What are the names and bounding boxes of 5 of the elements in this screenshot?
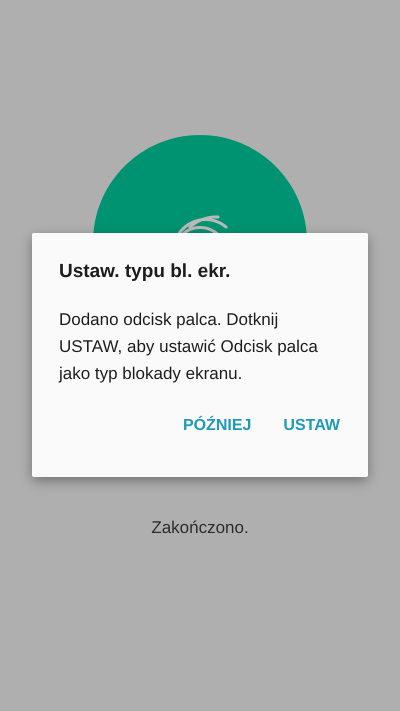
dialog-title: Ustaw. typu bl. ekr. [59, 261, 232, 283]
status-text: Zakończono. [151, 518, 249, 538]
dialog-button[interactable]: USTAW [279, 413, 344, 439]
dialog-button[interactable]: PÓŹNIEJ [178, 413, 256, 439]
dialog-message: Dodano odcisk palca. Dotknij USTAW, aby ustawić Odcisk palca jako typ blokady ekranu. [59, 309, 319, 385]
